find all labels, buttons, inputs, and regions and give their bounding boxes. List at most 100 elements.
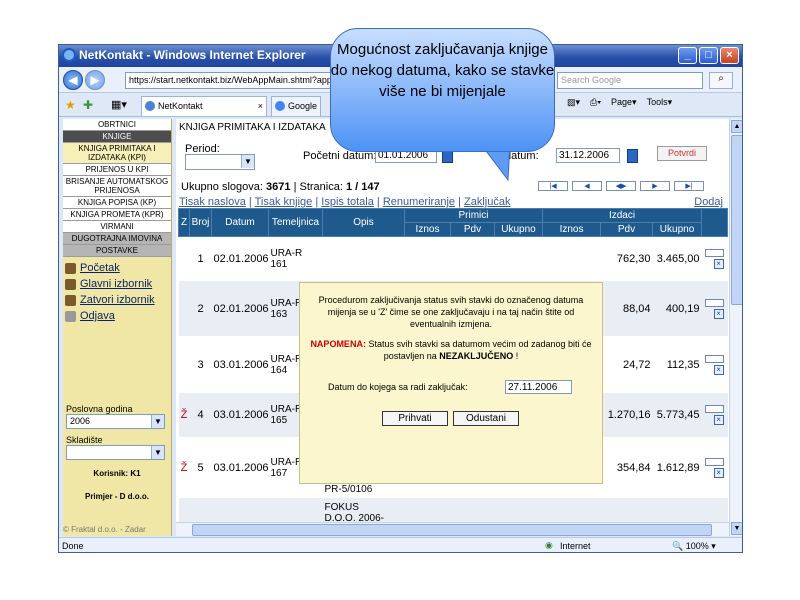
print-title-link[interactable]: Tisak naslova — [179, 196, 246, 208]
window-title: NetKontakt - Windows Internet Explorer — [79, 48, 306, 62]
col-pdv: Pdv — [600, 222, 654, 237]
sidebar-item-kpr[interactable]: KNJIGA PROMETA (KPR) — [63, 209, 171, 221]
favorites-star-icon[interactable]: ★ — [65, 98, 76, 112]
minimize-button[interactable]: _ — [678, 47, 697, 64]
dialog-date-input[interactable]: 27.11.2006 — [505, 380, 572, 394]
dialog-date-label: Datum do kojega sa radi zaključak: — [328, 382, 468, 392]
prev-page-icon[interactable]: ◀ — [572, 181, 602, 191]
last-page-icon[interactable]: ▶| — [674, 181, 704, 191]
sidebar-item-virmani[interactable]: VIRMANI — [63, 221, 171, 233]
cell-datum: 02.01.2006 — [211, 280, 269, 337]
home-icon — [65, 262, 76, 274]
print-icon[interactable]: ⎙▾ — [590, 97, 601, 108]
year-label: Poslovna godina — [66, 404, 133, 414]
cell-pdv: 762,30 — [600, 236, 653, 281]
close-window-button[interactable]: × — [720, 47, 739, 64]
sidebar-item-kp[interactable]: KNJIGA POPISA (KP) — [63, 197, 171, 209]
callout-balloon: Mogućnost zaključavanja knjige do nekog … — [330, 28, 555, 182]
scroll-down-icon[interactable]: ▼ — [731, 522, 742, 535]
tab-netkontakt[interactable]: NetKontakt × — [141, 96, 267, 116]
table-row[interactable]: 1 02.01.2006 URA-R 161 762,30 3.465,00 × — [178, 236, 728, 281]
search-icon[interactable]: ⌕ — [709, 72, 733, 89]
cell-ukupno — [494, 236, 543, 281]
edit-icon[interactable] — [705, 248, 725, 257]
sidebar-item-postavke[interactable]: POSTAVKE — [63, 245, 171, 257]
delete-icon[interactable]: × — [713, 308, 724, 319]
maximize-button[interactable]: □ — [699, 47, 718, 64]
delete-icon[interactable]: × — [713, 364, 724, 375]
add-link[interactable]: Dodaj — [694, 196, 723, 208]
scroll-thumb[interactable] — [192, 524, 712, 536]
sidebar-item-dugotrajna[interactable]: DUGOTRAJNA IMOVINA — [63, 233, 171, 245]
sidebar-item-obrtnici[interactable]: OBRTNICI — [63, 119, 171, 131]
cell-z — [178, 280, 190, 337]
page-menu[interactable]: Page▾ — [611, 97, 637, 108]
row-actions: × — [701, 392, 728, 438]
scroll-thumb[interactable] — [731, 135, 742, 305]
chevron-down-icon: ▼ — [151, 446, 164, 459]
vertical-scrollbar[interactable]: ▲ ▼ — [729, 119, 742, 536]
feeds-icon[interactable]: ▨▾ — [567, 97, 580, 108]
cell-pdv: 1.270,16 — [600, 392, 653, 438]
back-icon[interactable]: ◀ — [63, 70, 83, 90]
add-favorite-icon[interactable]: ✚ — [83, 98, 93, 112]
forward-icon[interactable]: ▶ — [85, 70, 105, 90]
company-name: Primjer - D d.o.o. — [84, 492, 149, 501]
main-menu-link[interactable]: Glavni izbornik — [63, 276, 155, 292]
sidebar-item-knjige[interactable]: KNJIGE — [63, 131, 171, 143]
globe-icon: ◉ — [545, 540, 553, 550]
confirm-button[interactable]: Potvrdi — [657, 146, 707, 161]
col-datum: Datum — [211, 208, 269, 237]
tab-google[interactable]: Google — [271, 96, 321, 116]
horizontal-scrollbar[interactable] — [176, 522, 729, 536]
sidebar-item-kpi[interactable]: KNJIGA PRIMITAKA I IZDATAKA (KPI) — [63, 143, 171, 164]
edit-icon[interactable] — [705, 457, 725, 466]
edit-icon[interactable] — [705, 354, 725, 363]
col-iznos: Iznos — [404, 222, 451, 237]
status-text: Done — [62, 541, 84, 551]
accept-button[interactable]: Prihvati — [382, 411, 448, 426]
delete-icon[interactable]: × — [713, 467, 724, 478]
cancel-button[interactable]: Odustani — [453, 411, 519, 426]
dialog-warning: NAPOMENA: Status svih stavki sa datumom … — [310, 339, 592, 361]
refresh-page-icon[interactable]: ◀▶ — [606, 181, 636, 191]
menu-icon — [65, 278, 76, 290]
sidebar-item-brisanje[interactable]: BRISANJE AUTOMATSKOG PRIJENOSA — [63, 176, 171, 197]
group-izdaci: Izdaci — [542, 208, 703, 223]
zoom-level[interactable]: 🔍 100% ▾ — [672, 541, 716, 552]
calendar-icon[interactable] — [627, 149, 638, 163]
cell-pdv: 24,72 — [600, 336, 653, 393]
status-zone: Internet — [560, 541, 591, 551]
close-books-dialog: Procedurom zaključivanja status svih sta… — [299, 282, 603, 484]
delete-icon[interactable]: × — [713, 415, 724, 425]
cell-z: Ž — [178, 437, 190, 498]
print-book-link[interactable]: Tisak knjige — [255, 196, 313, 208]
cell-pdv: 354,84 — [600, 437, 653, 498]
period-select[interactable]: ▼ — [185, 154, 255, 170]
col-broj: Broj — [189, 208, 212, 237]
scroll-up-icon[interactable]: ▲ — [731, 120, 742, 133]
lock-icon — [65, 310, 76, 322]
col-ukupno: Ukupno — [493, 222, 544, 237]
edit-icon[interactable] — [705, 298, 725, 307]
cell-datum: 03.01.2006 — [211, 437, 269, 498]
logout-link[interactable]: Odjava — [63, 308, 155, 324]
close-tab-icon[interactable]: × — [258, 101, 263, 111]
sidebar-item-prijenos[interactable]: PRIJENOS U KPI — [63, 164, 171, 176]
cell-z: Ž — [178, 392, 190, 438]
home-link[interactable]: Početak — [63, 260, 155, 276]
close-menu-icon — [65, 294, 76, 306]
sidebar-links: Početak Glavni izbornik Zatvori izbornik… — [63, 260, 155, 324]
edit-icon[interactable] — [705, 405, 725, 413]
end-date-input[interactable]: 31.12.2006 — [556, 148, 620, 163]
warehouse-select[interactable]: ▼ — [66, 445, 165, 460]
delete-icon[interactable]: × — [713, 258, 724, 269]
close-menu-link[interactable]: Zatvori izbornik — [63, 292, 155, 308]
search-input[interactable]: Search Google — [557, 72, 703, 89]
next-page-icon[interactable]: ▶ — [640, 181, 670, 191]
chevron-down-icon: ▼ — [241, 155, 254, 168]
year-select[interactable]: 2006 ▼ — [66, 414, 165, 429]
quick-tabs-icon[interactable]: ▦▾ — [111, 98, 127, 111]
tools-menu[interactable]: Tools▾ — [647, 97, 673, 108]
url-field[interactable]: https://start.netkontakt.biz/WebAppMain.… — [125, 72, 335, 89]
